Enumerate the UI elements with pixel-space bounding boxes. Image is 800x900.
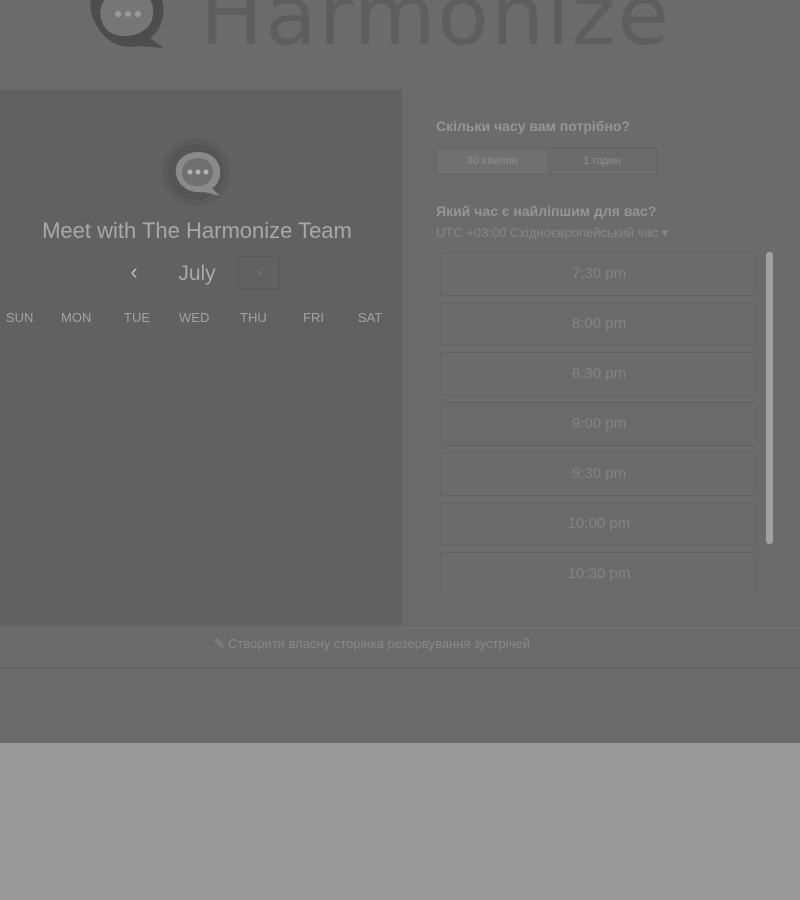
weekday-thu: THU [240, 310, 267, 325]
duration-option-30min[interactable]: 30 хвилин [437, 149, 547, 174]
weekday-wed: WED [179, 310, 210, 325]
booking-panel: Скільки часу вам потрібно? 30 хвилин 1 г… [402, 90, 800, 625]
month-label: July [178, 262, 216, 285]
prev-month-button[interactable]: ‹ [118, 258, 150, 288]
create-booking-page-link[interactable]: ✎ Створити власну сторінка резервування з… [214, 636, 530, 652]
duration-question: Скільки часу вам потрібно? [436, 118, 631, 134]
weekday-sun: SUN [6, 310, 34, 325]
time-slot[interactable]: 8:00 pm [440, 302, 758, 346]
time-slot-list[interactable]: 7:30 pm 8:00 pm 8:30 pm 9:00 pm 9:30 pm … [440, 252, 760, 592]
time-slot[interactable]: 10:00 pm [440, 502, 758, 546]
create-booking-page-text: Створити власну сторінка резервування зу… [227, 636, 530, 651]
time-slot[interactable]: 8:30 pm [440, 352, 758, 396]
chat-bubble-icon [90, 0, 170, 48]
time-slot-scrollbar[interactable] [766, 252, 773, 544]
weekday-header: SUN MON TUE WED THU FRI SAT [0, 310, 402, 330]
duration-selector: 30 хвилин 1 годин [436, 148, 658, 175]
meeting-title: Meet with The Harmonize Team [42, 218, 352, 243]
time-question: Який час є найліпшим для вас? [436, 203, 657, 219]
weekday-fri: FRI [303, 310, 324, 325]
meeting-booking-page: Harmonize Meet with The Harmonize Team ‹… [0, 0, 800, 743]
time-slot[interactable]: 10:30 pm [440, 552, 758, 592]
time-slot[interactable]: 7:30 pm [440, 252, 758, 296]
next-month-button[interactable]: › [238, 256, 280, 290]
time-slot[interactable]: 9:00 pm [440, 402, 758, 446]
weekday-sat: SAT [358, 310, 383, 325]
footer-bar: ✎ Створити власну сторінка резервування з… [0, 625, 800, 668]
brand-header: Harmonize [0, 0, 800, 90]
duration-option-1hour[interactable]: 1 годин [547, 149, 657, 174]
weekday-tue: TUE [124, 310, 150, 325]
timezone-dropdown[interactable]: UTC +03:00 Східноєвропейський час ▾ [436, 225, 668, 241]
chat-bubble-icon [162, 138, 230, 206]
time-slot[interactable]: 9:30 pm [440, 452, 758, 496]
weekday-mon: MON [61, 310, 92, 325]
sprocket-icon: ✎ [214, 636, 225, 651]
brand-name: Harmonize [200, 0, 672, 64]
calendar-panel: Meet with The Harmonize Team ‹ July › SU… [0, 90, 402, 625]
month-navigation: ‹ July › [118, 256, 286, 290]
